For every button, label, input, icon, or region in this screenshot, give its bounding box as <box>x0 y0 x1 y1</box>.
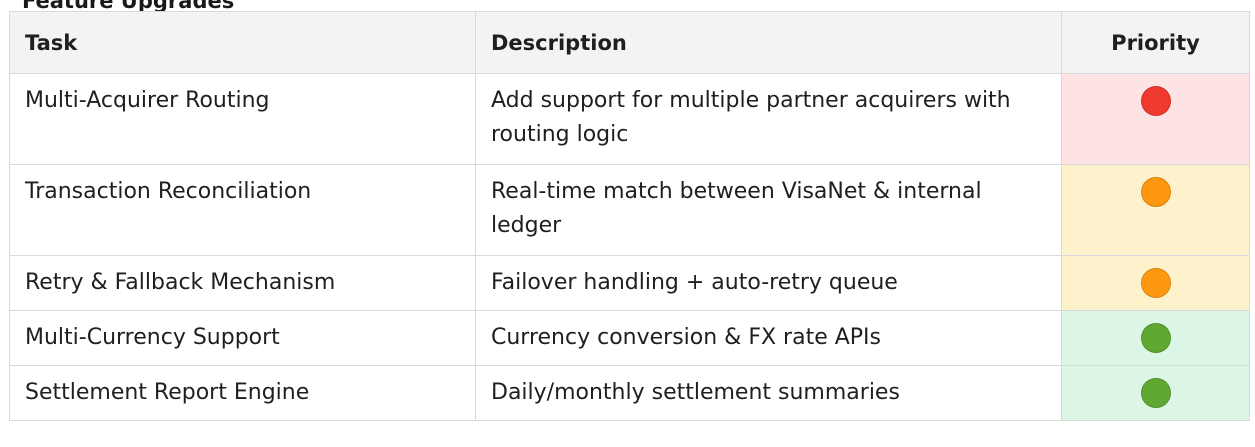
description-cell: Real-time match between VisaNet & intern… <box>475 164 1062 256</box>
column-header-task: Task <box>9 11 476 74</box>
column-header-description: Description <box>475 11 1062 74</box>
task-cell: Multi-Currency Support <box>9 310 476 366</box>
green-circle-icon <box>1140 378 1171 408</box>
task-cell: Retry & Fallback Mechanism <box>9 255 476 311</box>
table-row: Multi-Acquirer Routing Add support for m… <box>9 73 1250 165</box>
description-cell: Daily/monthly settlement summaries <box>475 365 1062 421</box>
red-circle-icon <box>1140 86 1171 116</box>
priority-cell <box>1061 73 1250 165</box>
table-row: Retry & Fallback Mechanism Failover hand… <box>9 255 1250 311</box>
table-row: Settlement Report Engine Daily/monthly s… <box>9 365 1250 421</box>
task-cell: Settlement Report Engine <box>9 365 476 421</box>
priority-cell <box>1061 310 1250 366</box>
orange-circle-icon <box>1140 177 1171 207</box>
table-row: Transaction Reconciliation Real-time mat… <box>9 164 1250 256</box>
feature-upgrades-table: Task Description Priority Multi-Acquirer… <box>9 11 1250 421</box>
priority-cell <box>1061 164 1250 256</box>
table-header-row: Task Description Priority <box>9 11 1250 74</box>
table-row: Multi-Currency Support Currency conversi… <box>9 310 1250 366</box>
description-cell: Currency conversion & FX rate APIs <box>475 310 1062 366</box>
description-cell: Add support for multiple partner acquire… <box>475 73 1062 165</box>
task-cell: Multi-Acquirer Routing <box>9 73 476 165</box>
description-cell: Failover handling + auto-retry queue <box>475 255 1062 311</box>
column-header-priority: Priority <box>1061 11 1250 74</box>
task-cell: Transaction Reconciliation <box>9 164 476 256</box>
orange-circle-icon <box>1140 268 1171 298</box>
green-circle-icon <box>1140 323 1171 353</box>
priority-cell <box>1061 255 1250 311</box>
priority-cell <box>1061 365 1250 421</box>
